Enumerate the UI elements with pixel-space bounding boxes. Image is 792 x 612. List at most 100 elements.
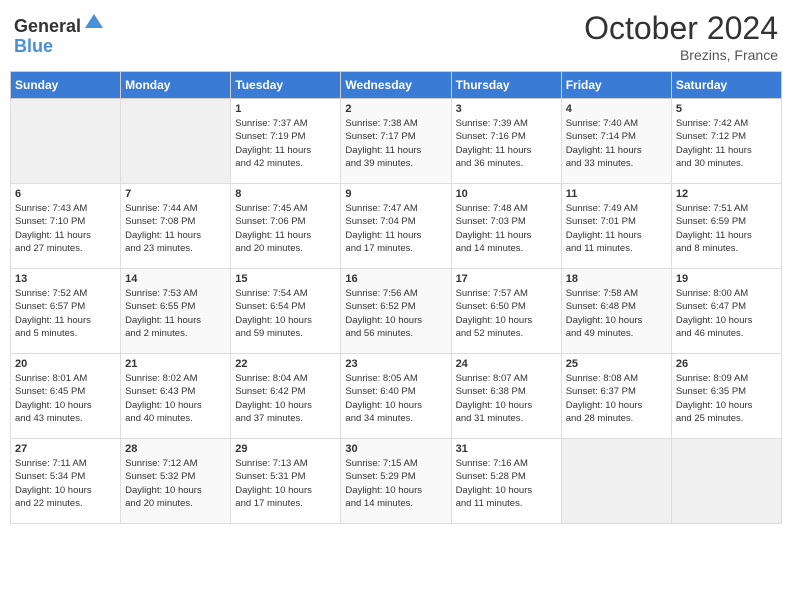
calendar-cell (671, 439, 781, 524)
weekday-header-wednesday: Wednesday (341, 72, 451, 99)
day-info: Sunrise: 7:16 AM Sunset: 5:28 PM Dayligh… (456, 457, 557, 510)
day-info: Sunrise: 8:00 AM Sunset: 6:47 PM Dayligh… (676, 287, 777, 340)
day-info: Sunrise: 7:13 AM Sunset: 5:31 PM Dayligh… (235, 457, 336, 510)
day-info: Sunrise: 8:04 AM Sunset: 6:42 PM Dayligh… (235, 372, 336, 425)
logo-icon (83, 10, 105, 32)
calendar-cell: 26 Sunrise: 8:09 AM Sunset: 6:35 PM Dayli… (671, 354, 781, 439)
calendar-cell (121, 99, 231, 184)
day-number: 16 (345, 273, 446, 285)
logo-text2: Blue (14, 37, 105, 57)
calendar-cell: 1 Sunrise: 7:37 AM Sunset: 7:19 PM Daylig… (231, 99, 341, 184)
day-info: Sunrise: 7:45 AM Sunset: 7:06 PM Dayligh… (235, 202, 336, 255)
calendar-cell: 28 Sunrise: 7:12 AM Sunset: 5:32 PM Dayli… (121, 439, 231, 524)
calendar-cell: 5 Sunrise: 7:42 AM Sunset: 7:12 PM Daylig… (671, 99, 781, 184)
calendar-cell: 29 Sunrise: 7:13 AM Sunset: 5:31 PM Dayli… (231, 439, 341, 524)
day-info: Sunrise: 7:43 AM Sunset: 7:10 PM Dayligh… (15, 202, 116, 255)
day-number: 5 (676, 103, 777, 115)
day-number: 17 (456, 273, 557, 285)
logo: General Blue (14, 10, 105, 57)
day-info: Sunrise: 7:51 AM Sunset: 6:59 PM Dayligh… (676, 202, 777, 255)
day-number: 31 (456, 443, 557, 455)
day-info: Sunrise: 8:07 AM Sunset: 6:38 PM Dayligh… (456, 372, 557, 425)
day-number: 4 (566, 103, 667, 115)
day-info: Sunrise: 8:08 AM Sunset: 6:37 PM Dayligh… (566, 372, 667, 425)
day-info: Sunrise: 7:53 AM Sunset: 6:55 PM Dayligh… (125, 287, 226, 340)
day-info: Sunrise: 7:37 AM Sunset: 7:19 PM Dayligh… (235, 117, 336, 170)
calendar-cell: 30Sunrise: 7:15 AM Sunset: 5:29 PM Dayli… (341, 439, 451, 524)
calendar-cell: 22 Sunrise: 8:04 AM Sunset: 6:42 PM Dayli… (231, 354, 341, 439)
day-number: 13 (15, 273, 116, 285)
calendar-cell: 15 Sunrise: 7:54 AM Sunset: 6:54 PM Dayli… (231, 269, 341, 354)
calendar-cell: 10 Sunrise: 7:48 AM Sunset: 7:03 PM Dayli… (451, 184, 561, 269)
day-number: 12 (676, 188, 777, 200)
day-info: Sunrise: 7:48 AM Sunset: 7:03 PM Dayligh… (456, 202, 557, 255)
calendar-cell: 12 Sunrise: 7:51 AM Sunset: 6:59 PM Dayli… (671, 184, 781, 269)
day-number: 27 (15, 443, 116, 455)
day-number: 1 (235, 103, 336, 115)
day-info: Sunrise: 7:58 AM Sunset: 6:48 PM Dayligh… (566, 287, 667, 340)
day-info: Sunrise: 8:01 AM Sunset: 6:45 PM Dayligh… (15, 372, 116, 425)
logo-text: General (14, 10, 105, 37)
weekday-header-tuesday: Tuesday (231, 72, 341, 99)
day-info: Sunrise: 7:57 AM Sunset: 6:50 PM Dayligh… (456, 287, 557, 340)
day-info: Sunrise: 7:49 AM Sunset: 7:01 PM Dayligh… (566, 202, 667, 255)
calendar-cell (561, 439, 671, 524)
calendar-cell: 7Sunrise: 7:44 AM Sunset: 7:08 PM Daylig… (121, 184, 231, 269)
calendar-cell: 4 Sunrise: 7:40 AM Sunset: 7:14 PM Daylig… (561, 99, 671, 184)
calendar-cell: 14Sunrise: 7:53 AM Sunset: 6:55 PM Dayli… (121, 269, 231, 354)
day-info: Sunrise: 8:09 AM Sunset: 6:35 PM Dayligh… (676, 372, 777, 425)
day-info: Sunrise: 8:05 AM Sunset: 6:40 PM Dayligh… (345, 372, 446, 425)
calendar-cell: 20 Sunrise: 8:01 AM Sunset: 6:45 PM Dayli… (11, 354, 121, 439)
day-number: 29 (235, 443, 336, 455)
day-number: 24 (456, 358, 557, 370)
day-number: 22 (235, 358, 336, 370)
calendar-cell: 18 Sunrise: 7:58 AM Sunset: 6:48 PM Dayli… (561, 269, 671, 354)
day-number: 11 (566, 188, 667, 200)
location-subtitle: Brezins, France (584, 47, 778, 63)
day-number: 7 (125, 188, 226, 200)
weekday-header-thursday: Thursday (451, 72, 561, 99)
day-number: 9 (345, 188, 446, 200)
page-header: General Blue October 2024 Brezins, Franc… (10, 10, 782, 63)
calendar-table: SundayMondayTuesdayWednesdayThursdayFrid… (10, 71, 782, 524)
calendar-cell: 24 Sunrise: 8:07 AM Sunset: 6:38 PM Dayli… (451, 354, 561, 439)
calendar-cell: 8 Sunrise: 7:45 AM Sunset: 7:06 PM Daylig… (231, 184, 341, 269)
month-title: October 2024 (584, 10, 778, 47)
day-number: 15 (235, 273, 336, 285)
calendar-cell: 11 Sunrise: 7:49 AM Sunset: 7:01 PM Dayli… (561, 184, 671, 269)
weekday-header-friday: Friday (561, 72, 671, 99)
calendar-cell: 17 Sunrise: 7:57 AM Sunset: 6:50 PM Dayli… (451, 269, 561, 354)
title-block: October 2024 Brezins, France (584, 10, 778, 63)
day-number: 2 (345, 103, 446, 115)
day-info: Sunrise: 7:38 AM Sunset: 7:17 PM Dayligh… (345, 117, 446, 170)
day-number: 30 (345, 443, 446, 455)
day-info: Sunrise: 7:54 AM Sunset: 6:54 PM Dayligh… (235, 287, 336, 340)
calendar-cell: 3Sunrise: 7:39 AM Sunset: 7:16 PM Daylig… (451, 99, 561, 184)
weekday-header-saturday: Saturday (671, 72, 781, 99)
day-info: Sunrise: 7:12 AM Sunset: 5:32 PM Dayligh… (125, 457, 226, 510)
day-number: 26 (676, 358, 777, 370)
weekday-header-sunday: Sunday (11, 72, 121, 99)
calendar-cell: 9 Sunrise: 7:47 AM Sunset: 7:04 PM Daylig… (341, 184, 451, 269)
day-number: 19 (676, 273, 777, 285)
day-info: Sunrise: 7:52 AM Sunset: 6:57 PM Dayligh… (15, 287, 116, 340)
calendar-cell: 6 Sunrise: 7:43 AM Sunset: 7:10 PM Daylig… (11, 184, 121, 269)
day-info: Sunrise: 7:47 AM Sunset: 7:04 PM Dayligh… (345, 202, 446, 255)
day-info: Sunrise: 7:39 AM Sunset: 7:16 PM Dayligh… (456, 117, 557, 170)
day-info: Sunrise: 7:40 AM Sunset: 7:14 PM Dayligh… (566, 117, 667, 170)
calendar-cell: 21Sunrise: 8:02 AM Sunset: 6:43 PM Dayli… (121, 354, 231, 439)
day-number: 21 (125, 358, 226, 370)
day-number: 23 (345, 358, 446, 370)
day-number: 10 (456, 188, 557, 200)
calendar-cell (11, 99, 121, 184)
calendar-cell: 25Sunrise: 8:08 AM Sunset: 6:37 PM Dayli… (561, 354, 671, 439)
day-number: 28 (125, 443, 226, 455)
day-number: 8 (235, 188, 336, 200)
day-number: 6 (15, 188, 116, 200)
day-info: Sunrise: 7:11 AM Sunset: 5:34 PM Dayligh… (15, 457, 116, 510)
calendar-cell: 13 Sunrise: 7:52 AM Sunset: 6:57 PM Dayli… (11, 269, 121, 354)
day-number: 20 (15, 358, 116, 370)
day-number: 18 (566, 273, 667, 285)
calendar-cell: 16Sunrise: 7:56 AM Sunset: 6:52 PM Dayli… (341, 269, 451, 354)
day-info: Sunrise: 7:42 AM Sunset: 7:12 PM Dayligh… (676, 117, 777, 170)
